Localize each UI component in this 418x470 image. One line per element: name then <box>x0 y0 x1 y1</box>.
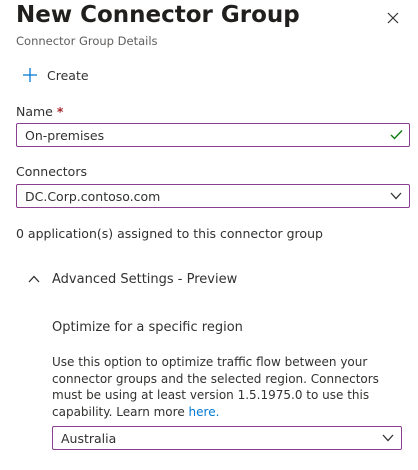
name-field[interactable] <box>16 123 410 147</box>
panel-title: New Connector Group <box>16 2 300 28</box>
region-selected-value: Australia <box>61 431 117 446</box>
chevron-down-icon <box>390 192 402 200</box>
required-marker: * <box>56 104 64 119</box>
chevron-up-icon <box>28 275 40 283</box>
name-field-label: Name * <box>16 104 63 119</box>
name-input[interactable] <box>25 127 375 143</box>
new-connector-group-panel: New Connector Group Connector Group Deta… <box>0 0 418 470</box>
advanced-settings-label: Advanced Settings - Preview <box>52 271 238 287</box>
create-button[interactable]: Create <box>22 64 89 86</box>
close-button[interactable] <box>383 8 403 28</box>
connectors-field-label: Connectors <box>16 164 87 179</box>
advanced-settings-toggle[interactable]: Advanced Settings - Preview <box>28 269 237 289</box>
connectors-selected-value: DC.Corp.contoso.com <box>25 189 161 204</box>
region-dropdown[interactable]: Australia <box>52 426 402 450</box>
close-icon <box>387 12 399 24</box>
checkmark-icon <box>390 130 403 140</box>
panel-subtitle: Connector Group Details <box>16 34 158 48</box>
learn-more-link[interactable]: here. <box>189 405 220 419</box>
chevron-down-icon <box>382 434 394 442</box>
create-label: Create <box>47 67 89 83</box>
region-section-title: Optimize for a specific region <box>52 320 243 335</box>
connectors-dropdown[interactable]: DC.Corp.contoso.com <box>16 184 410 208</box>
plus-icon <box>23 68 37 82</box>
assignment-info: 0 application(s) assigned to this connec… <box>16 226 323 241</box>
region-description: Use this option to optimize traffic flow… <box>52 354 407 420</box>
name-label-text: Name <box>16 104 53 119</box>
